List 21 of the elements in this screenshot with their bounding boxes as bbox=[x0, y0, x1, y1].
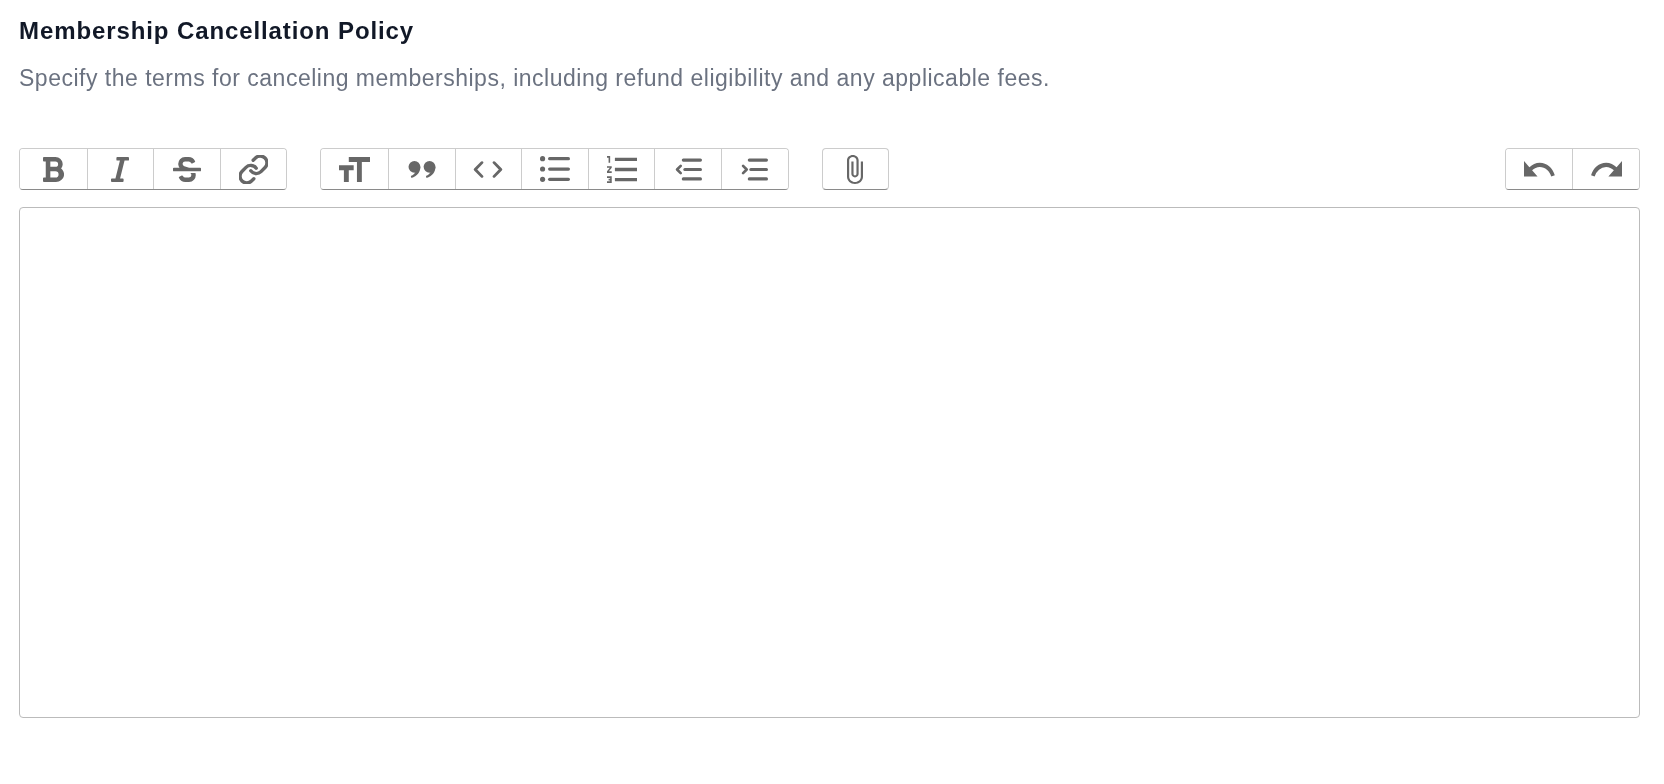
italic-icon bbox=[111, 156, 130, 182]
link-button[interactable] bbox=[219, 149, 287, 189]
text-size-icon bbox=[339, 156, 371, 182]
section-title: Membership Cancellation Policy bbox=[19, 17, 415, 45]
quote-icon bbox=[407, 160, 436, 178]
undo-icon bbox=[1523, 160, 1555, 178]
redo-button[interactable] bbox=[1572, 149, 1639, 189]
indent-button[interactable] bbox=[720, 149, 788, 189]
section-description: Specify the terms for canceling memberships, including refund eligibility and any applicable fees. bbox=[19, 65, 1050, 92]
numbered-list-icon bbox=[606, 155, 637, 183]
link-icon bbox=[239, 154, 269, 184]
paperclip-icon bbox=[847, 154, 864, 184]
strikethrough-icon bbox=[173, 156, 201, 182]
bold-icon bbox=[42, 156, 64, 182]
outdent-icon bbox=[674, 157, 702, 181]
code-icon bbox=[473, 160, 504, 178]
redo-icon bbox=[1590, 160, 1622, 178]
bulleted-list-icon bbox=[539, 156, 570, 182]
attach-button[interactable] bbox=[821, 148, 890, 190]
rich-text-editor-field[interactable] bbox=[19, 207, 1640, 718]
indent-icon bbox=[741, 157, 769, 181]
